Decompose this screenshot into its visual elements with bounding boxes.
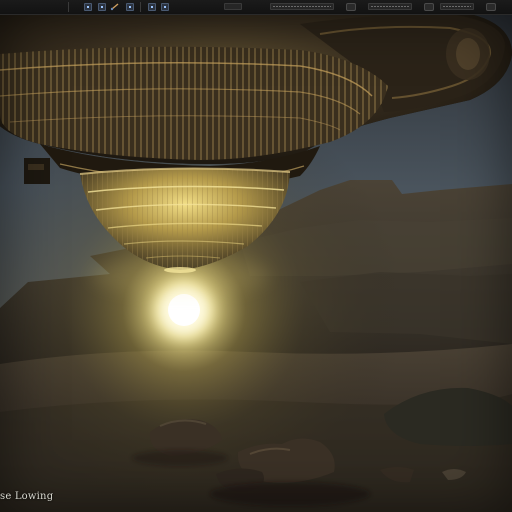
view-options-toggle[interactable] [486, 3, 496, 11]
camera-button[interactable] [148, 3, 156, 11]
transform-button[interactable] [84, 3, 92, 11]
rotate-icon[interactable] [110, 2, 120, 12]
toolbar-field-grid-value[interactable] [440, 3, 474, 10]
toolbar-field-mode[interactable] [270, 3, 334, 10]
viewport-render [0, 14, 512, 512]
scale-button[interactable] [126, 3, 134, 11]
app-window: se Lowing [0, 0, 512, 512]
toolbar-separator [140, 2, 141, 12]
viewport-status-label: se Lowing [0, 491, 54, 502]
lock-button[interactable] [161, 3, 169, 11]
scene-viewport[interactable]: se Lowing [0, 14, 512, 512]
toolbar-separator [68, 2, 69, 12]
toolbar-field-snap-value[interactable] [368, 3, 412, 10]
top-toolbar [0, 0, 512, 15]
translate-button[interactable] [98, 3, 106, 11]
toolbar-field-small[interactable] [224, 3, 242, 10]
grid-toggle[interactable] [424, 3, 434, 11]
snap-toggle[interactable] [346, 3, 356, 11]
